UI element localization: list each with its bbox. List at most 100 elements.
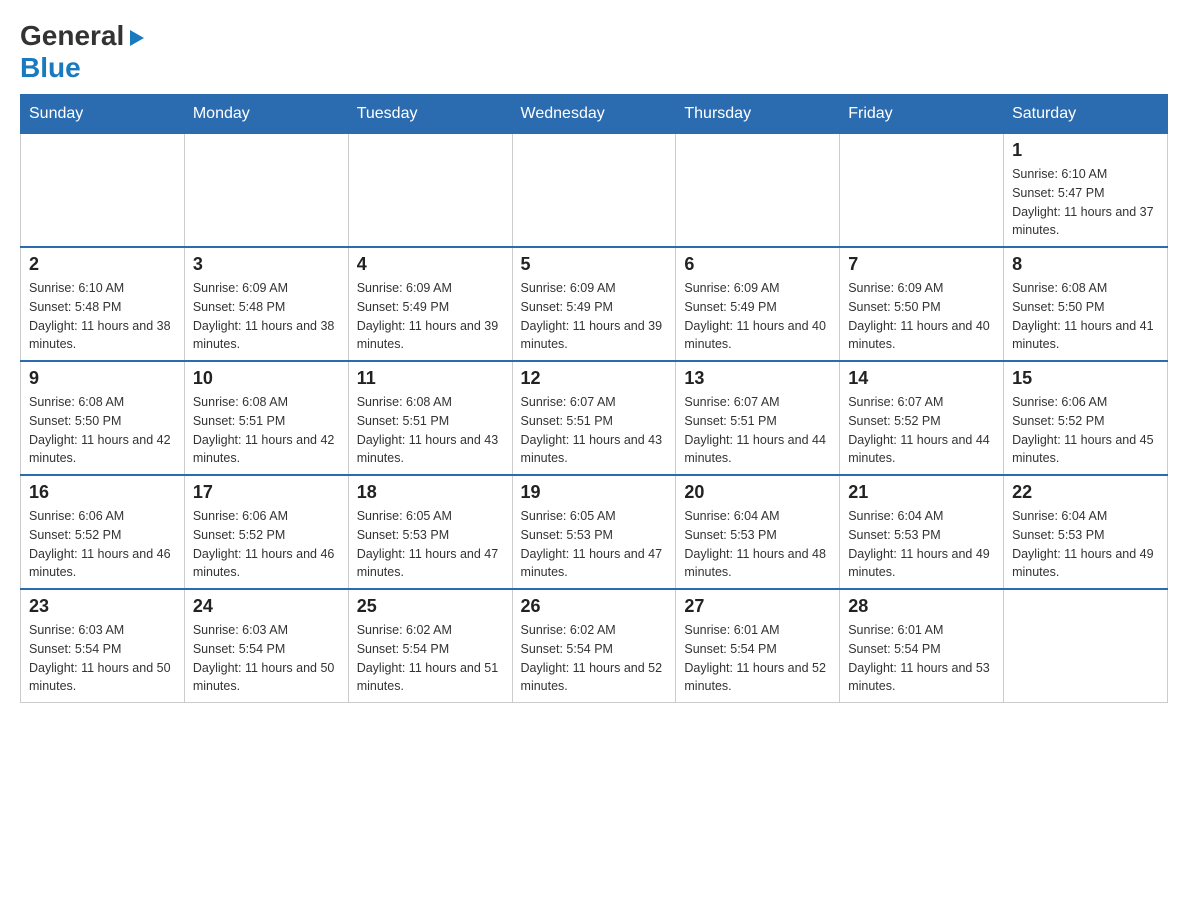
calendar-cell: 25 Sunrise: 6:02 AM Sunset: 5:54 PM Dayli… [348, 589, 512, 703]
day-number: 24 [193, 596, 340, 617]
calendar-cell: 23Sunrise: 6:03 AM Sunset: 5:54 PM Dayli… [21, 589, 185, 703]
calendar-week-row: 2 Sunrise: 6:10 AM Sunset: 5:48 PM Daylig… [21, 247, 1168, 361]
day-info: Sunrise: 6:06 AM Sunset: 5:52 PM Dayligh… [1012, 393, 1159, 468]
calendar-cell [184, 134, 348, 248]
day-info: Sunrise: 6:05 AM Sunset: 5:53 PM Dayligh… [357, 507, 504, 582]
day-info: Sunrise: 6:08 AM Sunset: 5:51 PM Dayligh… [193, 393, 340, 468]
day-number: 14 [848, 368, 995, 389]
day-info: Sunrise: 6:10 AM Sunset: 5:48 PM Dayligh… [29, 279, 176, 354]
logo-triangle-icon [126, 26, 148, 48]
day-number: 6 [684, 254, 831, 275]
calendar-week-row: 16 Sunrise: 6:06 AM Sunset: 5:52 PM Dayli… [21, 475, 1168, 589]
calendar-cell: 10 Sunrise: 6:08 AM Sunset: 5:51 PM Dayli… [184, 361, 348, 475]
day-info: Sunrise: 6:08 AM Sunset: 5:50 PM Dayligh… [29, 393, 176, 468]
calendar-week-row: 1 Sunrise: 6:10 AM Sunset: 5:47 PM Daylig… [21, 134, 1168, 248]
calendar-cell: 16 Sunrise: 6:06 AM Sunset: 5:52 PM Dayli… [21, 475, 185, 589]
day-number: 5 [521, 254, 668, 275]
calendar-cell [676, 134, 840, 248]
header-thursday: Thursday [676, 95, 840, 134]
day-info: Sunrise: 6:09 AM Sunset: 5:50 PM Dayligh… [848, 279, 995, 354]
day-number: 17 [193, 482, 340, 503]
day-number: 10 [193, 368, 340, 389]
day-info: Sunrise: 6:04 AM Sunset: 5:53 PM Dayligh… [684, 507, 831, 582]
calendar-cell: 27 Sunrise: 6:01 AM Sunset: 5:54 PM Dayli… [676, 589, 840, 703]
day-info: Sunrise: 6:06 AM Sunset: 5:52 PM Dayligh… [193, 507, 340, 582]
day-number: 4 [357, 254, 504, 275]
day-number: 21 [848, 482, 995, 503]
header-wednesday: Wednesday [512, 95, 676, 134]
logo: General Blue [20, 20, 148, 84]
calendar-cell [1004, 589, 1168, 703]
calendar-cell: 28 Sunrise: 6:01 AM Sunset: 5:54 PM Dayli… [840, 589, 1004, 703]
logo-general: General [20, 20, 124, 52]
calendar-cell: 15 Sunrise: 6:06 AM Sunset: 5:52 PM Dayli… [1004, 361, 1168, 475]
day-info: Sunrise: 6:01 AM Sunset: 5:54 PM Dayligh… [848, 621, 995, 696]
calendar-cell: 1 Sunrise: 6:10 AM Sunset: 5:47 PM Daylig… [1004, 134, 1168, 248]
header-saturday: Saturday [1004, 95, 1168, 134]
day-info: Sunrise: 6:01 AM Sunset: 5:54 PM Dayligh… [684, 621, 831, 696]
calendar-cell [21, 134, 185, 248]
day-number: 25 [357, 596, 504, 617]
day-info: Sunrise: 6:04 AM Sunset: 5:53 PM Dayligh… [848, 507, 995, 582]
day-number: 26 [521, 596, 668, 617]
calendar-cell [840, 134, 1004, 248]
day-info: Sunrise: 6:07 AM Sunset: 5:52 PM Dayligh… [848, 393, 995, 468]
day-number: 1 [1012, 140, 1159, 161]
day-info: Sunrise: 6:02 AM Sunset: 5:54 PM Dayligh… [521, 621, 668, 696]
calendar-cell: 8 Sunrise: 6:08 AM Sunset: 5:50 PM Daylig… [1004, 247, 1168, 361]
day-number: 23 [29, 596, 176, 617]
calendar-cell: 3 Sunrise: 6:09 AM Sunset: 5:48 PM Daylig… [184, 247, 348, 361]
calendar-cell [512, 134, 676, 248]
calendar-week-row: 23Sunrise: 6:03 AM Sunset: 5:54 PM Dayli… [21, 589, 1168, 703]
calendar-cell: 17 Sunrise: 6:06 AM Sunset: 5:52 PM Dayli… [184, 475, 348, 589]
calendar-cell: 20 Sunrise: 6:04 AM Sunset: 5:53 PM Dayli… [676, 475, 840, 589]
calendar-cell: 6Sunrise: 6:09 AM Sunset: 5:49 PM Daylig… [676, 247, 840, 361]
day-number: 15 [1012, 368, 1159, 389]
calendar-cell: 26 Sunrise: 6:02 AM Sunset: 5:54 PM Dayli… [512, 589, 676, 703]
header: General Blue [20, 20, 1168, 84]
header-friday: Friday [840, 95, 1004, 134]
day-info: Sunrise: 6:08 AM Sunset: 5:50 PM Dayligh… [1012, 279, 1159, 354]
day-number: 19 [521, 482, 668, 503]
calendar-cell: 5Sunrise: 6:09 AM Sunset: 5:49 PM Daylig… [512, 247, 676, 361]
day-number: 22 [1012, 482, 1159, 503]
header-monday: Monday [184, 95, 348, 134]
day-info: Sunrise: 6:07 AM Sunset: 5:51 PM Dayligh… [684, 393, 831, 468]
calendar-cell: 4 Sunrise: 6:09 AM Sunset: 5:49 PM Daylig… [348, 247, 512, 361]
day-info: Sunrise: 6:09 AM Sunset: 5:48 PM Dayligh… [193, 279, 340, 354]
calendar-cell: 13 Sunrise: 6:07 AM Sunset: 5:51 PM Dayli… [676, 361, 840, 475]
day-info: Sunrise: 6:02 AM Sunset: 5:54 PM Dayligh… [357, 621, 504, 696]
calendar-cell: 9 Sunrise: 6:08 AM Sunset: 5:50 PM Daylig… [21, 361, 185, 475]
calendar-table: SundayMondayTuesdayWednesdayThursdayFrid… [20, 94, 1168, 703]
day-number: 7 [848, 254, 995, 275]
calendar-cell: 11 Sunrise: 6:08 AM Sunset: 5:51 PM Dayli… [348, 361, 512, 475]
calendar-cell: 24Sunrise: 6:03 AM Sunset: 5:54 PM Dayli… [184, 589, 348, 703]
day-number: 18 [357, 482, 504, 503]
day-info: Sunrise: 6:10 AM Sunset: 5:47 PM Dayligh… [1012, 165, 1159, 240]
day-number: 12 [521, 368, 668, 389]
day-info: Sunrise: 6:07 AM Sunset: 5:51 PM Dayligh… [521, 393, 668, 468]
calendar-cell: 7 Sunrise: 6:09 AM Sunset: 5:50 PM Daylig… [840, 247, 1004, 361]
day-number: 20 [684, 482, 831, 503]
header-sunday: Sunday [21, 95, 185, 134]
day-number: 11 [357, 368, 504, 389]
day-number: 2 [29, 254, 176, 275]
day-number: 13 [684, 368, 831, 389]
header-tuesday: Tuesday [348, 95, 512, 134]
logo-blue: Blue [20, 52, 81, 83]
calendar-cell [348, 134, 512, 248]
calendar-cell: 2 Sunrise: 6:10 AM Sunset: 5:48 PM Daylig… [21, 247, 185, 361]
day-number: 9 [29, 368, 176, 389]
day-number: 16 [29, 482, 176, 503]
day-number: 28 [848, 596, 995, 617]
day-info: Sunrise: 6:09 AM Sunset: 5:49 PM Dayligh… [357, 279, 504, 354]
calendar-cell: 12 Sunrise: 6:07 AM Sunset: 5:51 PM Dayli… [512, 361, 676, 475]
day-number: 3 [193, 254, 340, 275]
day-info: Sunrise: 6:06 AM Sunset: 5:52 PM Dayligh… [29, 507, 176, 582]
day-info: Sunrise: 6:04 AM Sunset: 5:53 PM Dayligh… [1012, 507, 1159, 582]
calendar-cell: 22 Sunrise: 6:04 AM Sunset: 5:53 PM Dayli… [1004, 475, 1168, 589]
calendar-cell: 21 Sunrise: 6:04 AM Sunset: 5:53 PM Dayli… [840, 475, 1004, 589]
day-number: 8 [1012, 254, 1159, 275]
day-info: Sunrise: 6:08 AM Sunset: 5:51 PM Dayligh… [357, 393, 504, 468]
day-number: 27 [684, 596, 831, 617]
